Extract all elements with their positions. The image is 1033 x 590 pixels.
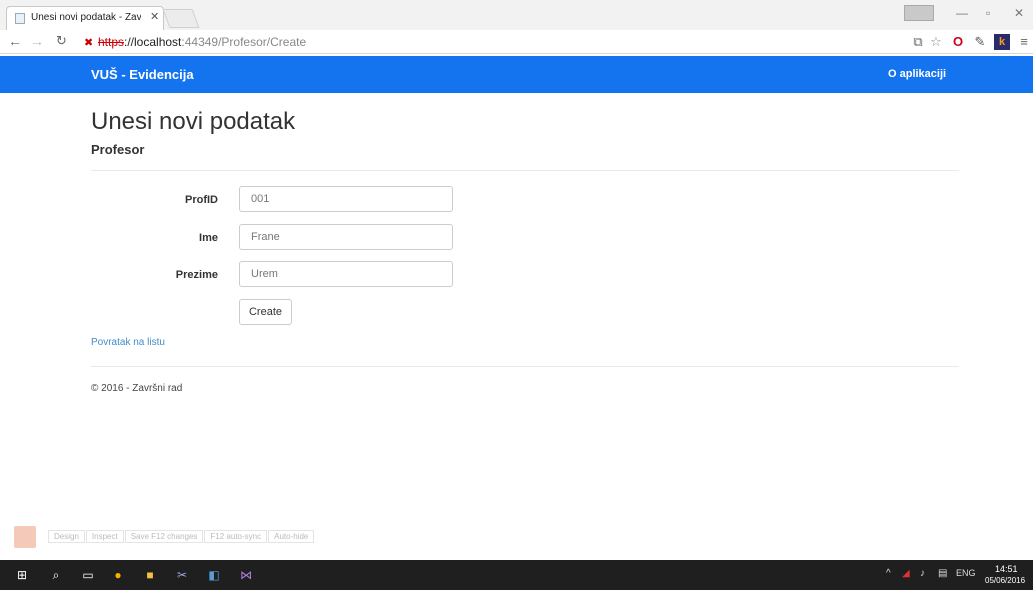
site-navbar: VUŠ - Evidencija O aplikaciji — [0, 56, 1033, 93]
network-icon[interactable]: ◢ — [902, 568, 910, 579]
notifications-icon[interactable]: ▤ — [938, 568, 947, 579]
page-favicon-icon — [15, 13, 25, 24]
language-indicator[interactable]: ENG — [956, 568, 976, 578]
url-host: ://localhost — [124, 35, 182, 49]
bl-inspect-button[interactable]: Inspect — [85, 530, 124, 543]
new-tab-button[interactable] — [162, 9, 200, 28]
app-icon[interactable]: ◧ — [206, 567, 222, 583]
close-window-icon[interactable]: ✕ — [1014, 6, 1024, 20]
minimize-icon[interactable]: — — [956, 6, 968, 20]
profid-input[interactable] — [239, 186, 453, 212]
bookmark-star-icon[interactable]: ☆ — [928, 34, 944, 50]
maximize-icon[interactable]: ▫ — [986, 6, 990, 20]
browser-link-icon[interactable] — [14, 526, 36, 548]
clock-time[interactable]: 14:51 — [995, 564, 1018, 574]
divider — [91, 170, 959, 171]
browser-tab[interactable]: Unesi novi podatak - Završ ✕ — [6, 6, 164, 30]
bl-autosync-button[interactable]: F12 auto-sync — [204, 530, 268, 543]
opera-extension-icon[interactable]: O — [950, 34, 966, 50]
k-extension-icon[interactable]: k — [994, 34, 1010, 50]
profile-badge-icon[interactable] — [904, 5, 934, 21]
back-to-list-link[interactable]: Povratak na listu — [91, 337, 165, 348]
create-button[interactable]: Create — [239, 299, 292, 325]
prezime-label: Prezime — [175, 269, 218, 281]
extension-tool-icon[interactable]: ✎ — [972, 34, 988, 50]
tab-title: Unesi novi podatak - Završ — [31, 12, 141, 23]
prezime-input[interactable] — [239, 261, 453, 287]
forward-arrow-icon[interactable]: → — [30, 33, 44, 49]
menu-icon[interactable]: ≡ — [1016, 34, 1032, 50]
clock-date[interactable]: 05/06/2016 — [985, 576, 1025, 585]
browser-tab-bar: Unesi novi podatak - Završ ✕ — ▫ ✕ — [0, 0, 1033, 30]
search-icon[interactable]: ⌕ — [48, 567, 64, 583]
task-view-icon[interactable]: ▭ — [80, 567, 96, 583]
file-explorer-icon[interactable]: ■ — [142, 567, 158, 583]
url-path: :44349/Profesor/Create — [181, 35, 307, 49]
tools-icon[interactable]: ✂ — [174, 567, 190, 583]
chrome-icon[interactable]: ● — [110, 567, 126, 583]
volume-icon[interactable]: ♪ — [920, 568, 925, 579]
back-arrow-icon[interactable]: ← — [8, 33, 22, 49]
navbar-brand[interactable]: VUŠ - Evidencija — [91, 67, 194, 82]
bl-design-button[interactable]: Design — [48, 530, 85, 543]
bl-save-button[interactable]: Save F12 changes — [124, 530, 204, 543]
footer-text: © 2016 - Završni rad — [91, 383, 183, 394]
insecure-lock-icon[interactable]: ✖ — [84, 36, 93, 49]
page-title: Unesi novi podatak — [91, 108, 296, 135]
ime-label: Ime — [199, 232, 218, 244]
tray-overflow-icon[interactable]: ^ — [886, 568, 891, 579]
ime-input[interactable] — [239, 224, 453, 250]
address-bar: ← → ↻ ✖ https://localhost:44349/Profesor… — [0, 30, 1033, 54]
profid-label: ProfID — [185, 194, 218, 206]
page-subtitle: Profesor — [91, 142, 145, 157]
browser-link-toolbar: Design Inspect Save F12 changes F12 auto-sy… — [48, 530, 315, 544]
reload-icon[interactable]: ↻ — [56, 33, 67, 49]
visual-studio-icon[interactable]: ⋈ — [238, 567, 254, 583]
footer-divider — [91, 366, 959, 367]
url-scheme: https — [98, 35, 125, 49]
close-tab-icon[interactable]: ✕ — [150, 10, 159, 23]
translate-icon[interactable]: ⧉ — [910, 34, 926, 50]
taskbar: ⊞ ⌕ ▭ ● ■ ✂ ◧ ⋈ ^ ◢ ♪ ▤ ENG 14:51 05/06/… — [0, 560, 1033, 590]
bl-autohide-button[interactable]: Auto-hide — [268, 530, 315, 543]
windows-start-icon[interactable]: ⊞ — [14, 567, 30, 583]
nav-link-about[interactable]: O aplikaciji — [888, 68, 946, 80]
url-field[interactable]: https://localhost:44349/Profesor/Create — [98, 35, 306, 49]
